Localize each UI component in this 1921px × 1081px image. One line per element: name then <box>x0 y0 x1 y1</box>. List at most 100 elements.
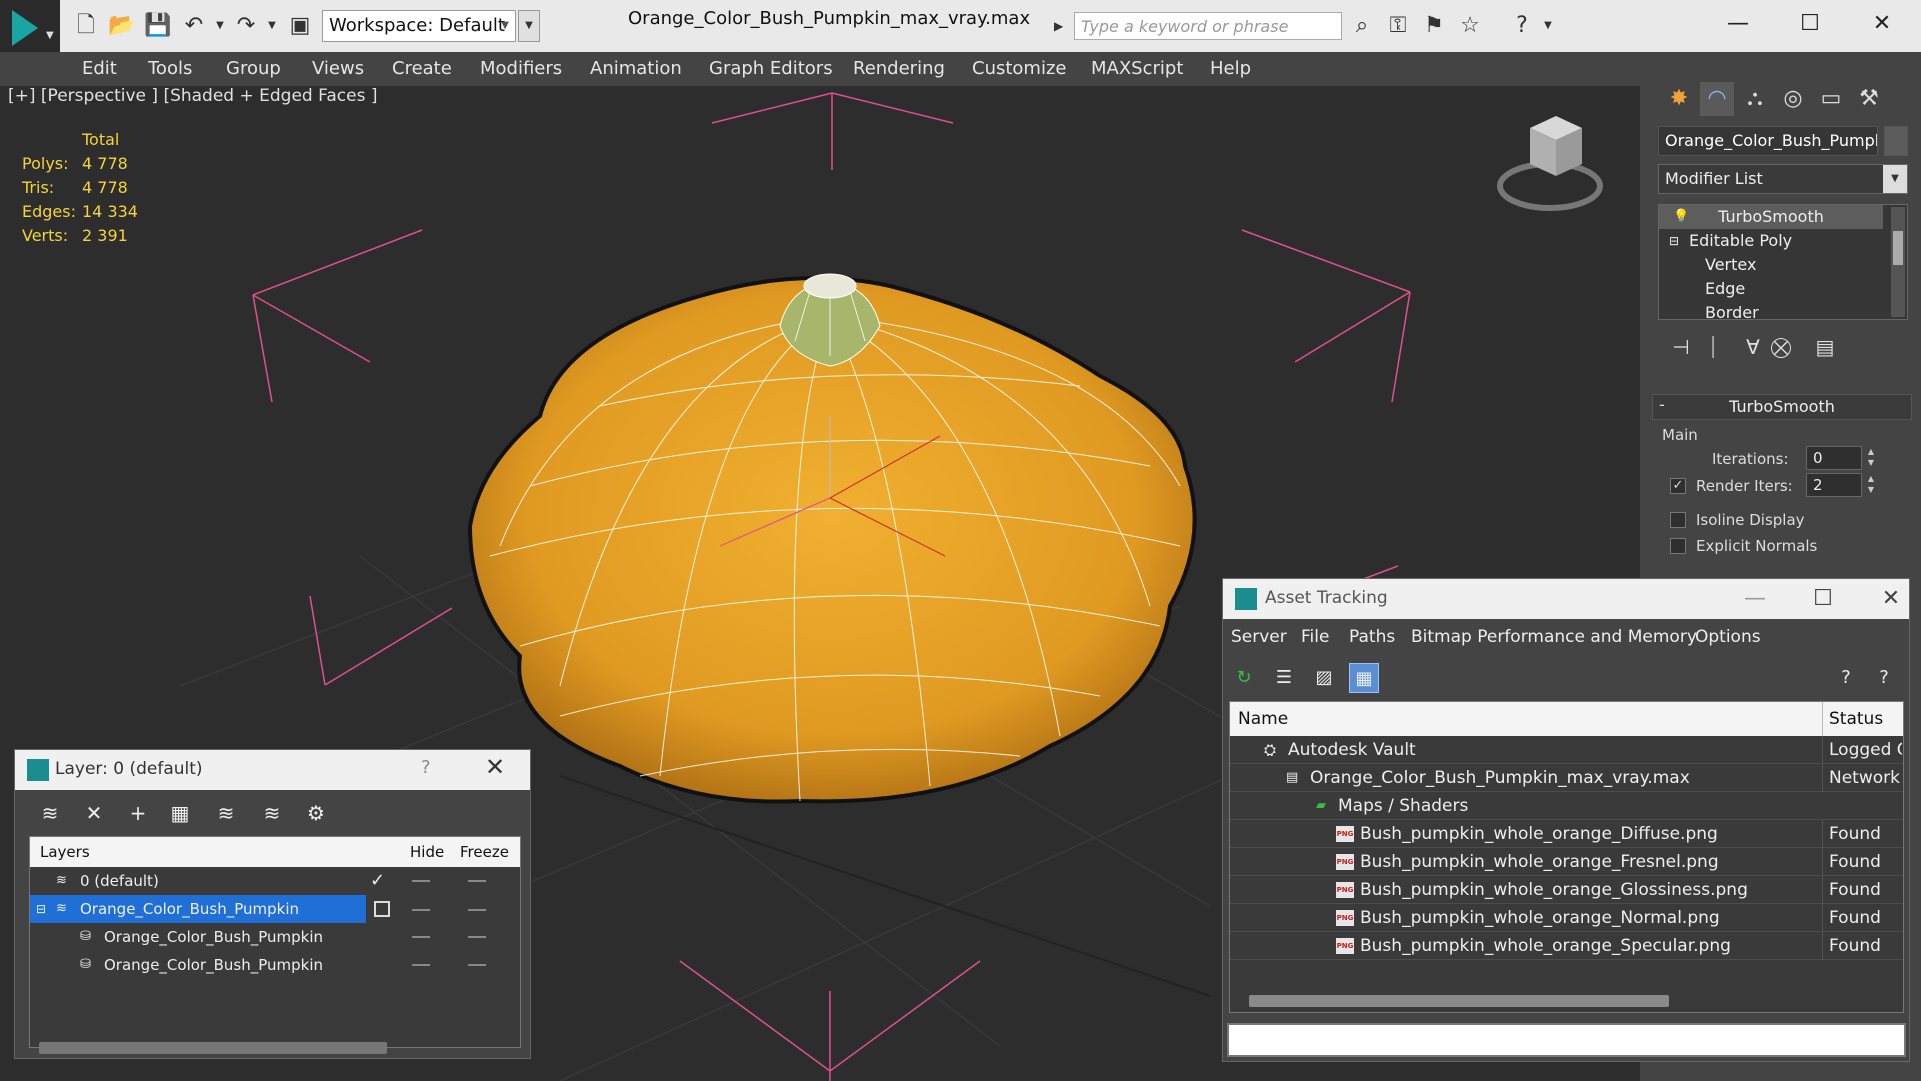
freeze-toggle[interactable] <box>468 936 486 938</box>
hide-toggle[interactable] <box>412 936 430 938</box>
turbosmooth-rollout-header[interactable]: - TurboSmooth <box>1652 394 1912 420</box>
menu-views[interactable]: Views <box>312 58 364 79</box>
create-tab-icon[interactable]: ✸ <box>1662 82 1696 116</box>
hide-toggle[interactable] <box>412 880 430 882</box>
stack-item-turbosmooth[interactable]: 💡 TurboSmooth <box>1659 205 1883 229</box>
modifier-list-dropdown[interactable]: Modifier List ▼ <box>1658 164 1908 194</box>
modify-tab-icon[interactable]: ◠ <box>1700 82 1734 116</box>
app-logo-icon[interactable]: ▼ <box>0 0 60 58</box>
pin-stack-icon[interactable]: ⊣ <box>1666 332 1696 362</box>
collapse-minus-icon[interactable]: ⊟ <box>36 895 46 923</box>
utilities-tab-icon[interactable]: ⚒ <box>1852 82 1886 116</box>
freeze-toggle[interactable] <box>468 964 486 966</box>
asset-row[interactable]: ▤ Orange_Color_Bush_Pumpkin_max_vray.max… <box>1230 764 1903 792</box>
menu-graph-editors[interactable]: Graph Editors <box>709 58 833 79</box>
new-file-icon[interactable]: 🗋 <box>72 12 100 40</box>
maximize-icon[interactable]: ☐ <box>1790 6 1830 42</box>
save-icon[interactable]: 💾 <box>144 12 172 40</box>
menu-group[interactable]: Group <box>226 58 281 79</box>
menu-modifiers[interactable]: Modifiers <box>480 58 562 79</box>
menu-tools[interactable]: Tools <box>148 58 192 79</box>
hide-toggle[interactable] <box>412 909 430 911</box>
render-iters-field[interactable]: 2 <box>1806 473 1862 497</box>
lightbulb-icon[interactable]: 💡 <box>1673 205 1689 229</box>
hide-toggle[interactable] <box>412 964 430 966</box>
asset-row[interactable]: PNG Bush_pumpkin_whole_orange_Specular.p… <box>1230 932 1903 960</box>
minimize-icon[interactable]: — <box>1735 581 1775 617</box>
redo-icon[interactable]: ↷ <box>232 12 260 40</box>
subscription-icon[interactable]: ⚑ <box>1420 12 1448 40</box>
isoline-display-checkbox[interactable] <box>1670 512 1686 528</box>
list-view-icon[interactable]: ☰ <box>1269 663 1299 693</box>
render-iters-spinner-icon[interactable]: ▲ ▼ <box>1864 473 1878 497</box>
undo-dropdown-icon[interactable]: ▼ <box>206 12 234 40</box>
help-icon[interactable]: ? <box>1508 12 1536 40</box>
display-tab-icon[interactable]: ▭ <box>1814 82 1848 116</box>
modifier-stack[interactable]: 💡 TurboSmooth ⊟ Editable Poly Vertex Edge … <box>1658 204 1908 320</box>
remove-modifier-icon[interactable]: ⛒ <box>1766 332 1796 362</box>
iterations-field[interactable]: 0 <box>1806 446 1862 470</box>
layer-object-row[interactable]: ⛁ Orange_Color_Bush_Pumpkin <box>30 923 520 951</box>
layer-object-row[interactable]: ⛁ Orange_Color_Bush_Pumpkin <box>30 951 520 979</box>
column-hide[interactable]: Hide <box>410 843 444 861</box>
help-dropdown-icon[interactable]: ▼ <box>1534 12 1562 40</box>
add-layer-icon[interactable]: + <box>123 798 153 828</box>
delete-layer-icon[interactable]: ✕ <box>79 798 109 828</box>
iterations-spinner-icon[interactable]: ▲ ▼ <box>1864 446 1878 470</box>
search-input[interactable] <box>1075 13 1341 39</box>
help-icon[interactable]: ? <box>421 757 431 778</box>
layer-row-selected[interactable]: ⊟ ≋ Orange_Color_Bush_Pumpkin <box>30 895 366 923</box>
set-current-layer-box[interactable] <box>374 901 390 917</box>
thumbnail-view-icon[interactable]: ▨ <box>1309 663 1339 693</box>
asset-row[interactable]: ⛭ Autodesk Vault Logged Out <box>1230 736 1903 764</box>
freeze-toggle[interactable] <box>468 909 486 911</box>
workspace-dropdown[interactable]: Workspace: Default ▼ <box>322 10 516 42</box>
object-name-field[interactable]: Orange_Color_Bush_Pumpkin <box>1658 126 1878 156</box>
asset-path-field[interactable] <box>1227 1023 1906 1057</box>
menu-maxscript[interactable]: MAXScript <box>1091 58 1183 79</box>
column-name[interactable]: Name <box>1238 709 1288 729</box>
undo-icon[interactable]: ↶ <box>180 12 208 40</box>
asset-row[interactable]: PNG Bush_pumpkin_whole_orange_Normal.png… <box>1230 904 1903 932</box>
menu-animation[interactable]: Animation <box>590 58 682 79</box>
maximize-icon[interactable]: ☐ <box>1803 581 1843 617</box>
search-box[interactable] <box>1074 12 1342 40</box>
render-iters-checkbox[interactable]: ✓ <box>1670 478 1686 494</box>
open-file-icon[interactable]: 📂 <box>108 12 136 40</box>
hierarchy-tab-icon[interactable]: ⛬ <box>1738 82 1772 116</box>
viewport-label[interactable]: [+] [Perspective ] [Shaded + Edged Faces… <box>8 86 377 106</box>
column-freeze[interactable]: Freeze <box>460 843 509 861</box>
make-unique-icon[interactable]: ∀ <box>1738 332 1768 362</box>
stack-item-editable-poly[interactable]: ⊟ Editable Poly <box>1659 229 1883 253</box>
help-icon[interactable]: ? <box>1831 663 1861 693</box>
configure-sets-icon[interactable]: ▤ <box>1810 332 1840 362</box>
select-layer-icon[interactable]: ≋ <box>211 798 241 828</box>
object-color-swatch[interactable] <box>1884 126 1908 156</box>
menu-edit[interactable]: Edit <box>82 58 117 79</box>
project-folder-icon[interactable]: ▣ <box>286 12 314 40</box>
menu-create[interactable]: Create <box>392 58 452 79</box>
menu-customize[interactable]: Customize <box>972 58 1066 79</box>
layer-settings-icon[interactable]: ⚙ <box>301 798 331 828</box>
select-objects-icon[interactable]: ▦ <box>165 798 195 828</box>
stack-item-edge[interactable]: Edge <box>1659 277 1883 301</box>
asset-menu-bitmap-performance[interactable]: Bitmap Performance and Memory <box>1411 627 1697 647</box>
asset-menu-file[interactable]: File <box>1301 627 1329 647</box>
workspace-menu-button[interactable]: ▼ <box>518 10 540 42</box>
explicit-normals-checkbox[interactable] <box>1670 538 1686 554</box>
stack-item-vertex[interactable]: Vertex <box>1659 253 1883 277</box>
menu-help[interactable]: Help <box>1210 58 1251 79</box>
asset-horizontal-scrollbar[interactable] <box>1249 995 1669 1007</box>
asset-menu-options[interactable]: Options <box>1695 627 1761 647</box>
asset-menu-server[interactable]: Server <box>1231 627 1287 647</box>
close-icon[interactable]: ✕ <box>1862 6 1902 42</box>
column-status[interactable]: Status <box>1822 702 1883 736</box>
layer-dialog-titlebar[interactable]: Layer: 0 (default) ? ✕ <box>15 750 530 790</box>
add-to-layer-icon[interactable]: ≋ <box>257 798 287 828</box>
show-end-result-icon[interactable]: ⏐ <box>1698 332 1728 362</box>
layer-manager-icon[interactable]: ≋ <box>35 798 65 828</box>
minimize-icon[interactable]: — <box>1718 6 1758 42</box>
context-help-icon[interactable]: ? <box>1869 663 1899 693</box>
stack-item-border[interactable]: Border <box>1659 301 1883 319</box>
motion-tab-icon[interactable]: ◎ <box>1776 82 1810 116</box>
